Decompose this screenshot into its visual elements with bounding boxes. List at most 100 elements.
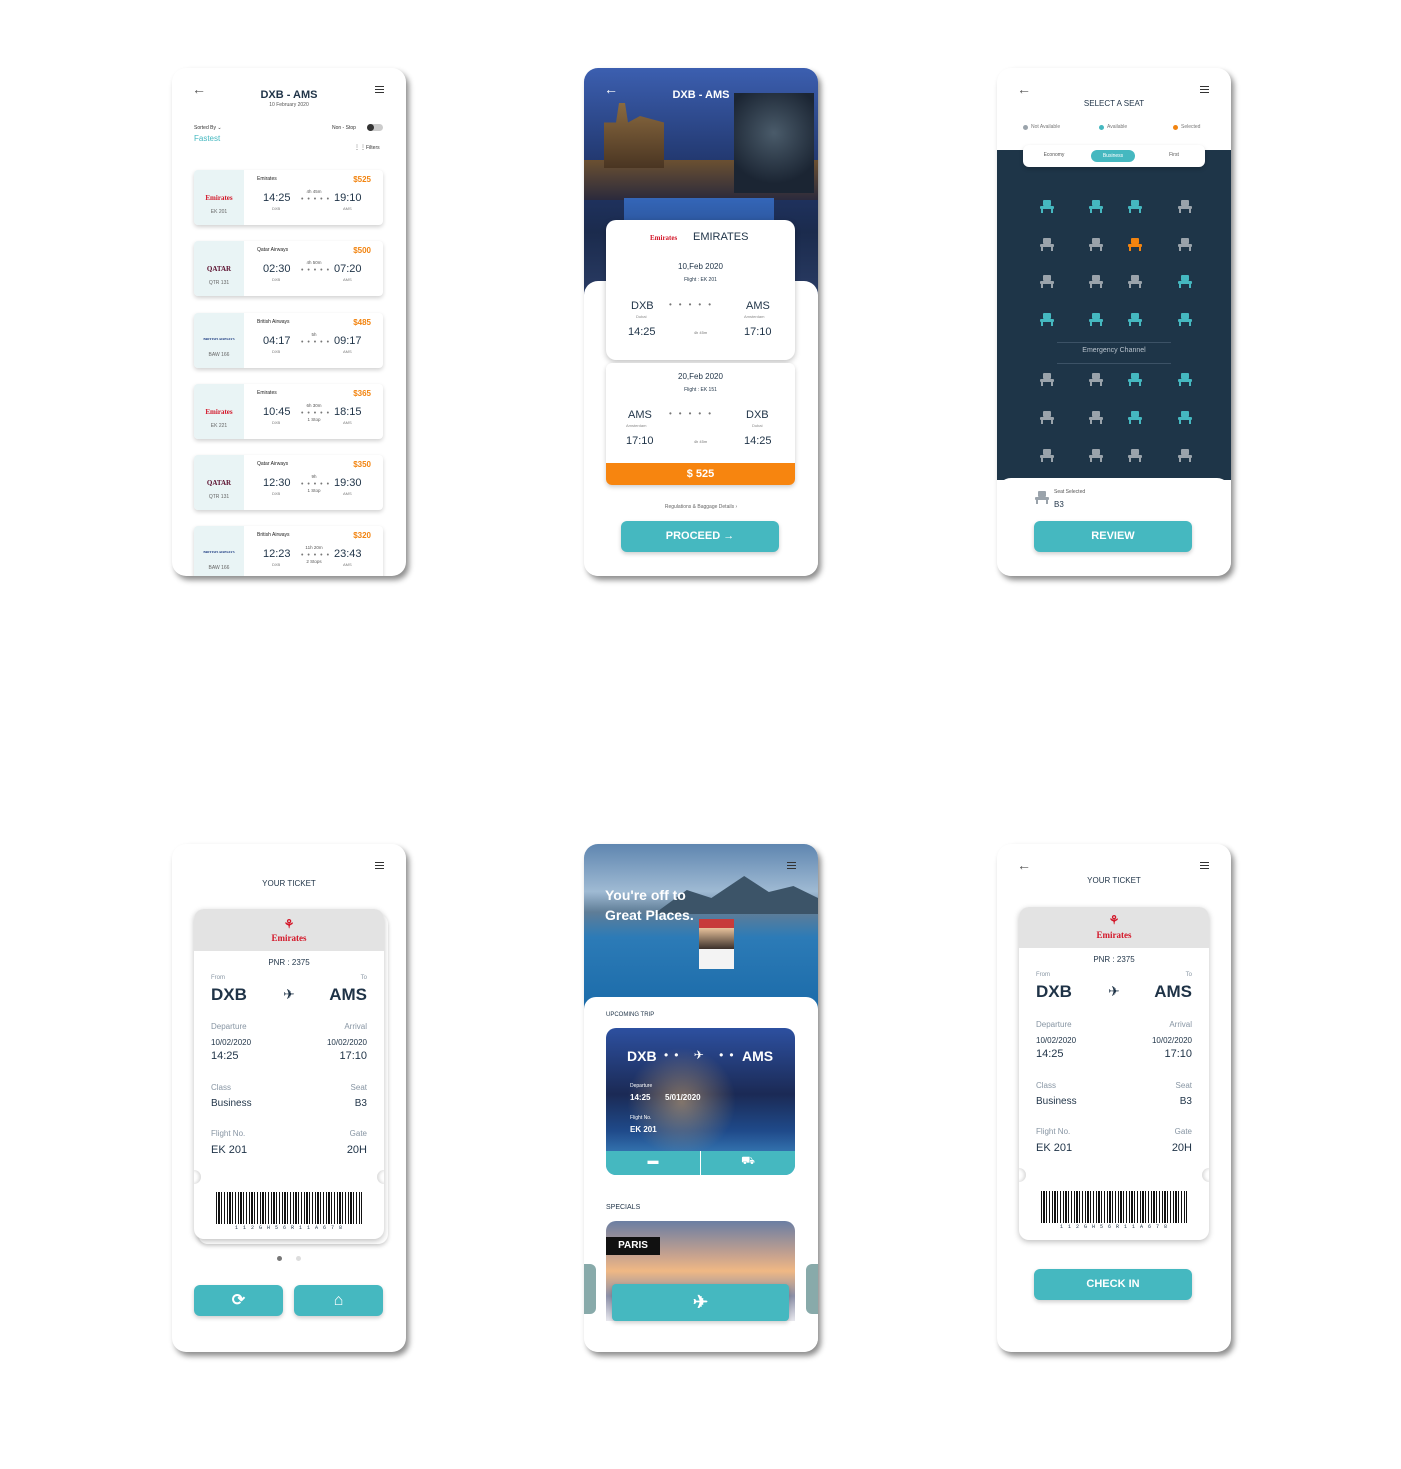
from-airport: DXB [272, 206, 281, 211]
seat-value: B3 [1179, 1096, 1192, 1107]
flight-duration: 4h 45m [306, 189, 322, 194]
seat-icon[interactable] [1178, 411, 1192, 424]
flight-code: BAW 166 [208, 565, 230, 571]
seat-selection-screen: ← SELECT A SEAT Not Available Available … [997, 68, 1231, 576]
barcode [216, 1192, 362, 1224]
departure-time: 02:30 [263, 263, 291, 275]
ticket-title: YOUR TICKET [262, 879, 316, 888]
car-icon[interactable]: ⛟ [701, 1155, 795, 1169]
airline-logo: Emirates [205, 194, 233, 202]
seat-icon[interactable] [1040, 313, 1054, 326]
arrival-label: Arrival [344, 1022, 367, 1031]
menu-icon[interactable] [1200, 86, 1209, 93]
outbound-flight-number: Flight : EK 201 [684, 277, 717, 283]
departure-time: 10:45 [263, 406, 291, 418]
class-tabs: Economy Business First [1023, 145, 1205, 167]
from-airport: DXB [272, 277, 281, 282]
flight-card[interactable]: BRITISH AIRWAYS BAW 166 British Airways $48… [194, 313, 383, 368]
selected-seat-icon [1035, 491, 1049, 504]
seat-icon [1089, 449, 1103, 462]
tab-economy[interactable]: Economy [1029, 152, 1079, 158]
arrival-time: 18:15 [334, 406, 362, 418]
outbound-from: DXB [631, 300, 654, 312]
seat-icon[interactable] [1128, 313, 1142, 326]
regulations-link[interactable]: Regulations & Baggage Details › [584, 504, 818, 510]
to-label: To [1185, 972, 1192, 978]
back-arrow-icon[interactable]: ← [1017, 82, 1033, 96]
ticket-screen: YOUR TICKET ⚘ Emirates PNR : 2375 From T… [172, 844, 406, 1352]
flight-card[interactable]: Emirates EK 201 Emirates $525 14:25 19:10 DXB A… [194, 170, 383, 225]
flight-list-screen: ← DXB - AMS 10 February 2020 Sorted By ⌄… [172, 68, 406, 576]
flight-price: $525 [353, 175, 371, 184]
seat-icon[interactable] [1128, 411, 1142, 424]
checkin-ticket-screen: ← YOUR TICKET ⚘ Emirates PNR : 2375 From… [997, 844, 1231, 1352]
seat-icon [1089, 373, 1103, 386]
airline-name: British Airways [257, 532, 290, 538]
filters-label[interactable]: Filters [366, 145, 380, 151]
filters-icon[interactable]: ⋮⋮ [354, 144, 366, 151]
seat-icon [1040, 238, 1054, 251]
legend-not-available: Not Available [1031, 124, 1061, 130]
flight-details-screen: ← DXB - AMS Emirates EMIRATES 10,Feb 202… [584, 68, 818, 576]
seat-icon[interactable] [1128, 373, 1142, 386]
barcode [1041, 1191, 1187, 1223]
seat-icon[interactable] [1178, 373, 1192, 386]
return-flight-card: 20,Feb 2020 Flight : EK 151 AMS Amsterda… [606, 363, 795, 485]
back-arrow-icon[interactable]: ← [1017, 858, 1033, 872]
home-button[interactable]: ⌂ [294, 1285, 383, 1316]
proceed-button[interactable]: PROCEED → [621, 521, 779, 552]
menu-icon[interactable] [787, 862, 796, 869]
outbound-dots: ••••• [669, 300, 719, 309]
departure-time: 14:25 [1036, 1048, 1064, 1060]
boarding-pass: ⚘ Emirates PNR : 2375 From To DXB ✈ AMS … [1019, 907, 1209, 1240]
seat-icon[interactable] [1089, 200, 1103, 213]
flight-code: QTR 131 [208, 280, 230, 286]
sorted-by-label[interactable]: Sorted By ⌄ [194, 125, 222, 131]
airline-name: EMIRATES [693, 231, 749, 243]
book-flight-button[interactable]: ✈ [612, 1284, 789, 1321]
check-in-button[interactable]: CHECK IN [1034, 1269, 1192, 1300]
seat-icon[interactable] [1040, 200, 1054, 213]
seat-selected-value: B3 [1054, 500, 1064, 509]
sorted-by-value[interactable]: Fastest [194, 134, 220, 143]
stops-count: 1 Stop [307, 417, 321, 422]
menu-icon[interactable] [375, 862, 384, 869]
return-from-city: Amsterdam [626, 423, 647, 428]
flight-card[interactable]: QATAR QTR 131 Qatar Airways $350 12:30 19:30 D… [194, 455, 383, 510]
hotel-icon[interactable]: ▬ [606, 1155, 700, 1167]
seat-icon[interactable] [1128, 200, 1142, 213]
seat-icon[interactable] [1178, 275, 1192, 288]
page-dot-active[interactable] [277, 1256, 282, 1261]
emirates-logo-icon: ⚘ [283, 917, 295, 931]
emirates-logo: Emirates [271, 933, 307, 943]
seat-icon[interactable] [1089, 313, 1103, 326]
flight-card[interactable]: Emirates EK 221 Emirates $365 10:45 18:15 DXB A… [194, 384, 383, 439]
airline-logo: QATAR [206, 265, 232, 273]
tab-first[interactable]: First [1149, 152, 1199, 158]
flight-card[interactable]: QATAR QTR 131 Qatar Airways $500 02:30 07:20 D… [194, 241, 383, 296]
seat-icon[interactable] [1128, 238, 1142, 251]
upcoming-trip-card[interactable]: DXB •• ✈ •• AMS Departure 14:25 5/01/202… [606, 1028, 795, 1175]
departure-time: 14:25 [263, 192, 291, 204]
menu-icon[interactable] [1200, 862, 1209, 869]
airline-name: Qatar Airways [257, 247, 289, 253]
class-value: Business [211, 1098, 252, 1109]
nonstop-label: Non - Stop [332, 125, 356, 131]
seat-label: Seat [350, 1083, 367, 1092]
seat-icon[interactable] [1178, 313, 1192, 326]
flight-duration: 4h 50m [306, 260, 322, 265]
nonstop-toggle[interactable] [367, 124, 383, 131]
arrival-time: 19:30 [334, 477, 362, 489]
tab-business[interactable]: Business [1091, 150, 1135, 162]
seat-icon [1178, 238, 1192, 251]
barcode-text: 1 1 2 G H 5 6 R 1 1 A 6 7 8 [1059, 1224, 1168, 1230]
page-dot[interactable] [296, 1256, 301, 1261]
route-dots: • • • • • [301, 481, 331, 488]
review-button[interactable]: REVIEW [1034, 521, 1192, 552]
arrival-time: 19:10 [334, 192, 362, 204]
emirates-logo: Emirates [650, 234, 678, 242]
trip-from: DXB [627, 1048, 657, 1064]
share-button[interactable]: ⟳ [194, 1285, 283, 1316]
flight-card[interactable]: BRITISH AIRWAYS BAW 166 British Airways $32… [194, 526, 383, 576]
pnr: PNR : 2375 [268, 958, 310, 967]
